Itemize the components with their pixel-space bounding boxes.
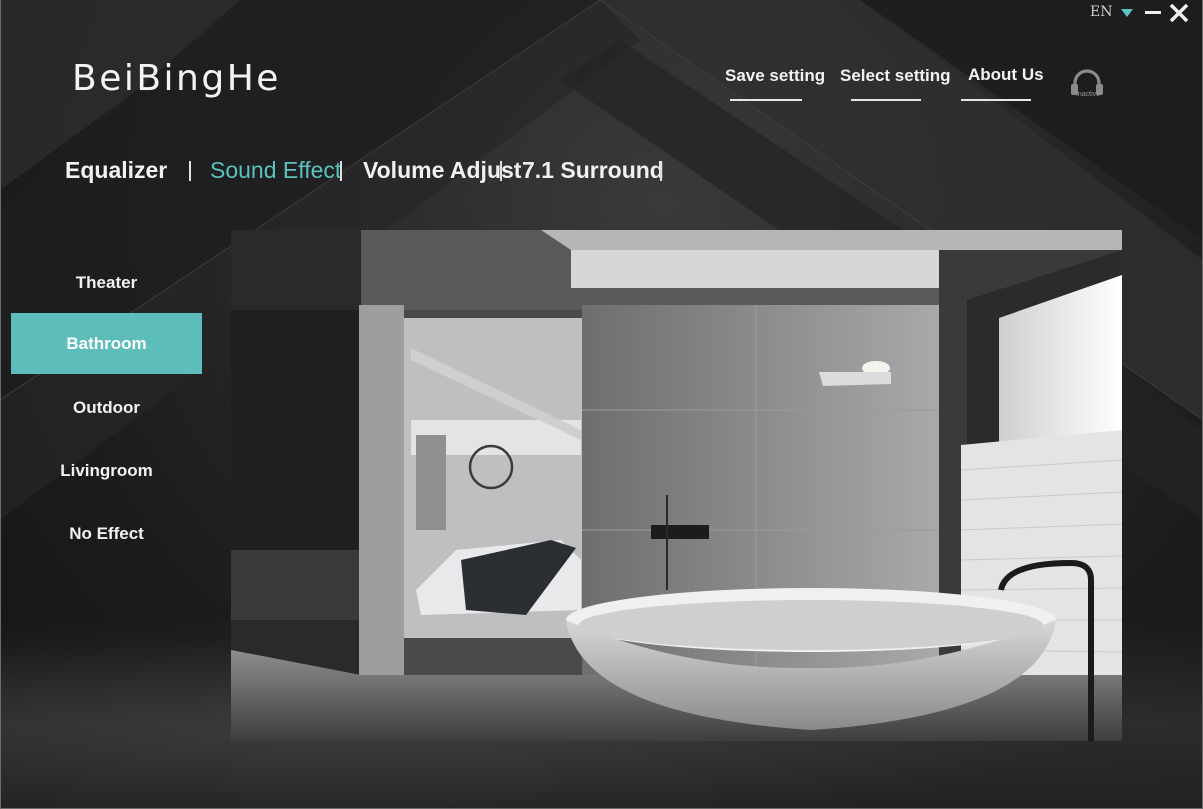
about-us-underline [961, 99, 1031, 101]
tab-separator [340, 161, 342, 181]
language-selector[interactable]: EN [1090, 4, 1112, 20]
select-setting-underline [851, 99, 921, 101]
save-setting-underline [730, 99, 802, 101]
window-border-left [0, 0, 1, 809]
effect-preview-image [231, 230, 1122, 741]
app-logo: BeiBingHe [72, 58, 281, 99]
chevron-down-icon[interactable] [1120, 8, 1134, 18]
effect-no-effect[interactable]: No Effect [11, 503, 202, 564]
effect-livingroom[interactable]: Livingroom [11, 440, 202, 501]
app-window: EN BeiBingHe Save setting Select setting… [0, 0, 1203, 809]
device-status-label: Inactive [1075, 91, 1101, 98]
effect-bathroom[interactable]: Bathroom [11, 313, 202, 374]
close-icon[interactable] [1168, 2, 1190, 24]
tab-separator [500, 161, 502, 181]
select-setting-button[interactable]: Select setting [840, 66, 951, 86]
tab-7-1-surround[interactable]: 7.1 Surround [522, 157, 664, 184]
effect-theater[interactable]: Theater [11, 252, 202, 313]
tab-equalizer[interactable]: Equalizer [65, 157, 167, 184]
tab-separator [189, 161, 191, 181]
tab-volume-adjust[interactable]: Volume Adjust [363, 157, 521, 184]
minimize-icon[interactable] [1143, 3, 1163, 21]
about-us-button[interactable]: About Us [968, 65, 1044, 85]
save-setting-button[interactable]: Save setting [725, 66, 825, 86]
tab-separator [660, 161, 662, 181]
tab-sound-effect[interactable]: Sound Effect [210, 157, 341, 184]
effect-outdoor[interactable]: Outdoor [11, 377, 202, 438]
